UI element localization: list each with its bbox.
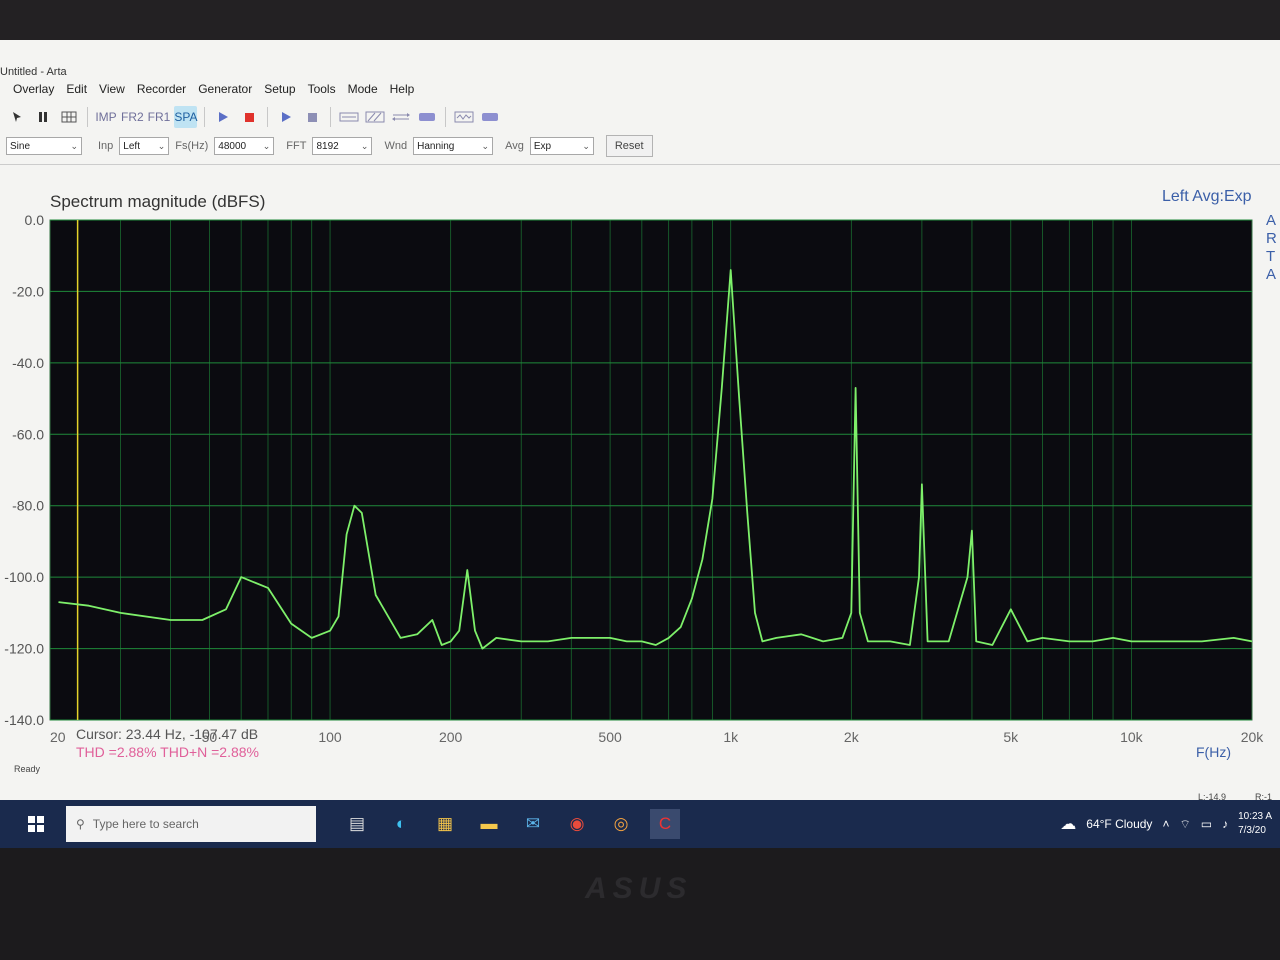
x-tick-label: 500 xyxy=(598,729,622,745)
x-tick-label: 1k xyxy=(723,729,739,745)
folder-icon[interactable]: ▬ xyxy=(474,809,504,839)
x-tick-label: 20 xyxy=(50,729,66,745)
y-tick-label: -80.0 xyxy=(12,498,44,514)
x-tick-label: 10k xyxy=(1120,729,1144,745)
x-tick-label: 20k xyxy=(1241,729,1265,745)
system-tray: ☁ 64°F Cloudy ˄ ⌔ ▭ ♪ 10:23 A 7/3/20 xyxy=(1060,800,1272,848)
y-tick-label: -120.0 xyxy=(4,641,44,657)
clock-date: 7/3/20 xyxy=(1238,825,1266,836)
cloud-icon: ☁ xyxy=(1060,816,1077,833)
y-tick-label: 0.0 xyxy=(25,212,45,228)
x-tick-label: 100 xyxy=(318,729,342,745)
edge-icon[interactable]: ◐ xyxy=(386,809,416,839)
mail-icon[interactable]: ✉ xyxy=(518,809,548,839)
network-icon[interactable]: ⌔ xyxy=(1179,817,1190,832)
x-tick-label: 2k xyxy=(844,729,860,745)
monitor-bezel-top xyxy=(0,0,1280,44)
y-tick-label: -40.0 xyxy=(12,355,44,371)
pinned-apps: ▤ ◐ ▦ ▬ ✉ ◉ ◎ C xyxy=(342,809,680,839)
store-icon[interactable]: ▦ xyxy=(430,809,460,839)
search-placeholder: Type here to search xyxy=(92,817,199,831)
volume-icon[interactable]: ♪ xyxy=(1222,817,1228,831)
weather-text[interactable]: 64°F Cloudy xyxy=(1086,817,1152,831)
chrome-icon[interactable]: ◉ xyxy=(562,809,592,839)
plot-area xyxy=(49,219,1253,721)
status-ready: Ready xyxy=(14,764,41,774)
clock[interactable]: 10:23 A 7/3/20 xyxy=(1238,810,1272,838)
brand-logo: ASUS xyxy=(585,872,693,905)
taskbar: ⚲ Type here to search ▤ ◐ ▦ ▬ ✉ ◉ ◎ C ☁ … xyxy=(0,800,1280,848)
y-tick-label: -60.0 xyxy=(12,426,44,442)
y-tick-label: -100.0 xyxy=(4,569,44,585)
taskbar-search-box[interactable]: ⚲ Type here to search xyxy=(66,806,316,842)
arta-app-icon[interactable]: C xyxy=(650,809,680,839)
search-icon: ⚲ xyxy=(76,817,85,831)
y-tick-label: -20.0 xyxy=(12,283,44,299)
thd-readout: THD =2.88% THD+N =2.88% xyxy=(76,744,259,760)
browser-icon[interactable]: ◎ xyxy=(606,809,636,839)
chevron-up-icon[interactable]: ˄ xyxy=(1162,817,1169,831)
y-tick-label: -140.0 xyxy=(4,712,44,728)
windows-start-button[interactable] xyxy=(16,804,56,844)
x-tick-label: 200 xyxy=(439,729,463,745)
x-tick-label: 5k xyxy=(1003,729,1019,745)
task-view-icon[interactable]: ▤ xyxy=(342,809,372,839)
x-axis-label: F(Hz) xyxy=(1196,744,1231,760)
windows-logo-icon xyxy=(28,816,44,832)
screen: Untitled - Arta Overlay Edit View Record… xyxy=(0,40,1280,848)
cursor-readout: Cursor: 23.44 Hz, -107.47 dB xyxy=(76,726,259,742)
battery-icon[interactable]: ▭ xyxy=(1201,817,1212,831)
clock-time: 10:23 A xyxy=(1238,811,1272,822)
